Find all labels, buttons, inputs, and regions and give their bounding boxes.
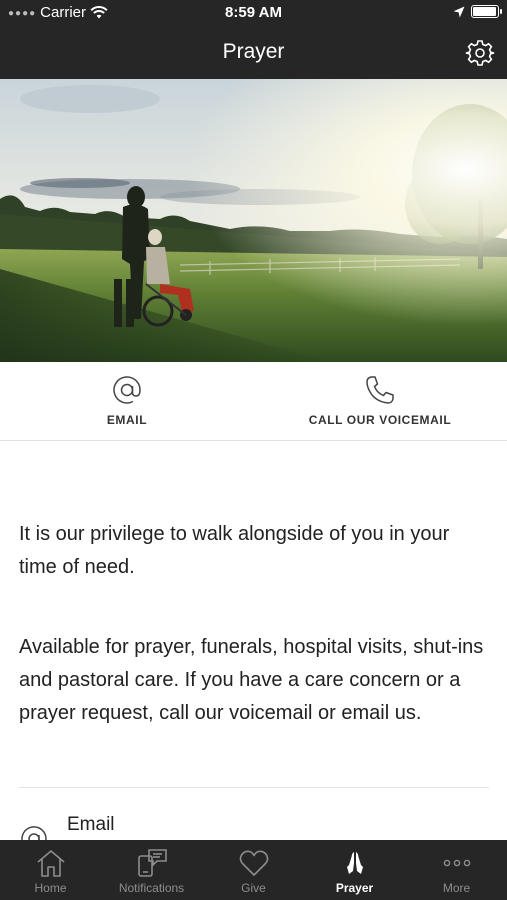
praying-hands-icon: [346, 852, 363, 874]
tab-give[interactable]: Give: [203, 840, 304, 900]
tab-home[interactable]: Home: [0, 840, 101, 900]
status-bar: ●●●● Carrier 8:59 AM: [0, 0, 507, 26]
tab-notifications[interactable]: Notifications: [101, 840, 202, 900]
status-time: 8:59 AM: [225, 4, 282, 21]
settings-button[interactable]: [465, 38, 495, 68]
tab-prayer-label: Prayer: [335, 881, 374, 895]
email-list-label: Email: [67, 814, 115, 835]
home-icon: [36, 850, 65, 877]
tab-give-label: Give: [241, 881, 266, 895]
email-action-label: EMAIL: [106, 413, 148, 427]
tab-notifications-label: Notifications: [118, 881, 185, 895]
paragraph-services: Available for prayer, funerals, hospital…: [19, 636, 484, 724]
battery-fill: [473, 7, 496, 16]
email-action-button[interactable]: EMAIL: [27, 362, 227, 441]
divider: [19, 787, 489, 788]
hero-image: [0, 79, 507, 362]
phone-icon: [366, 376, 394, 404]
paragraph-intro: It is our privilege to walk alongside of…: [19, 523, 450, 578]
call-voicemail-button[interactable]: CALL OUR VOICEMAIL: [280, 362, 480, 441]
battery-icon: [471, 5, 502, 18]
at-sign-icon: [113, 376, 141, 404]
call-voicemail-label: CALL OUR VOICEMAIL: [308, 413, 452, 427]
heart-icon: [239, 850, 268, 876]
tab-bar: Home Notifications Give Prayer More: [0, 840, 507, 900]
tab-more[interactable]: More: [406, 840, 507, 900]
page-title: Prayer: [222, 40, 285, 63]
status-right: [453, 5, 502, 18]
tab-home-label: Home: [34, 881, 67, 895]
more-dots-icon: [443, 859, 470, 867]
tab-prayer[interactable]: Prayer: [304, 840, 405, 900]
notifications-icon: [137, 849, 167, 877]
contact-actions: EMAIL CALL OUR VOICEMAIL: [0, 362, 507, 441]
gear-icon: [465, 40, 495, 66]
prayer-description: It is our privilege to walk alongside of…: [19, 518, 489, 730]
tab-more-label: More: [442, 881, 471, 895]
location-arrow-icon: [453, 6, 465, 17]
top-bar: ●●●● Carrier 8:59 AM Prayer: [0, 0, 507, 79]
